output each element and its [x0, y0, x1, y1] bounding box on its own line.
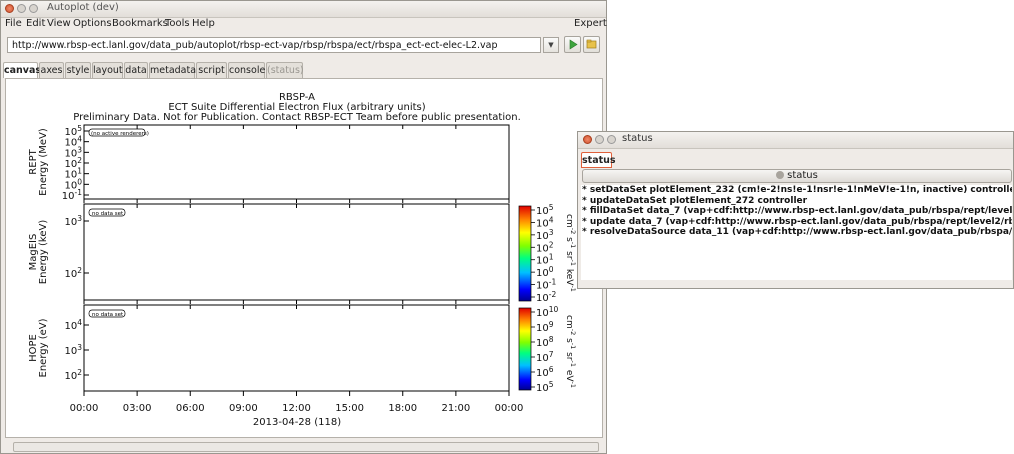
menu-help[interactable]: Help: [192, 18, 215, 29]
menu-tools[interactable]: Tools: [165, 18, 190, 29]
mageis-message-box: no data set: [88, 208, 126, 217]
status-title-bar[interactable]: status: [578, 132, 1013, 149]
log-line: * setDataSet plotElement_232 (cm!e-2!ns!…: [582, 185, 1012, 195]
hope-ylabel-2: Energy (eV): [38, 318, 49, 377]
window-title: Autoplot (dev): [47, 2, 119, 13]
rept-y-ticks: 10510410310210110010-1: [62, 124, 89, 202]
status-tab[interactable]: status: [581, 152, 616, 168]
status-button-label: status: [787, 170, 818, 181]
rept-message-box: (no active renderers): [88, 128, 149, 137]
x-tick-label: 21:00: [441, 403, 470, 414]
status-log[interactable]: * setDataSet plotElement_232 (cm!e-2!ns!…: [581, 185, 1012, 280]
mageis-y-ticks: 103 102: [64, 214, 89, 280]
mageis-panel[interactable]: [83, 203, 510, 301]
url-history-dropdown[interactable]: ▼: [543, 37, 559, 53]
folder-icon: [586, 39, 597, 49]
title-bar[interactable]: Autoplot (dev): [1, 1, 606, 18]
colorbar-tick-label: 105: [536, 380, 554, 394]
mageis-colorbar-label: cm-2 s-1 sr-1 keV-1: [564, 214, 577, 292]
colorbar-tick-label: 106: [536, 365, 554, 379]
x-tick-label: 09:00: [229, 403, 258, 414]
tab-canvas[interactable]: canvas: [3, 62, 41, 78]
y-tick-label: 102: [64, 368, 82, 382]
expert-menu[interactable]: Expert: [574, 18, 607, 29]
y-tick-label: 103: [64, 343, 82, 357]
autoplot-window: Autoplot (dev) File Edit View Options Bo…: [0, 0, 607, 454]
y-tick-label: 103: [64, 214, 82, 228]
menu-bookmarks[interactable]: Bookmarks: [112, 18, 168, 29]
bottom-scroll-bar[interactable]: [13, 442, 599, 452]
plot-title-line-3: Preliminary Data. Not for Publication. C…: [73, 112, 521, 123]
hope-y-ticks: 104 103 102: [64, 318, 89, 382]
x-tick-label: 06:00: [176, 403, 205, 414]
log-line: * fillDataSet data_7 (vap+cdf:http://www…: [582, 206, 1012, 216]
play-icon: [569, 39, 578, 50]
bookmark-button[interactable]: [583, 36, 600, 53]
y-tick-label: 10-1: [62, 188, 82, 202]
menu-view[interactable]: View: [47, 18, 71, 29]
mageis-colorbar[interactable]: [518, 205, 532, 302]
y-tick-label: 104: [64, 318, 82, 332]
x-tick-label: 15:00: [335, 403, 364, 414]
x-tick-label: 12:00: [282, 403, 311, 414]
x-tick-label: 18:00: [388, 403, 417, 414]
colorbar-tick-label: 108: [536, 335, 554, 349]
close-window-icon[interactable]: [5, 4, 14, 13]
rept-message: (no active renderers): [91, 131, 149, 137]
log-line: * resolveDataSource data_11 (vap+cdf:htt…: [582, 227, 1012, 237]
tab-style[interactable]: style: [65, 62, 91, 78]
maximize-window-icon[interactable]: [29, 4, 38, 13]
x-axis-label: 2013-04-28 (118): [253, 417, 341, 428]
log-line: * updateDataSet plotElement_272 controll…: [582, 195, 808, 206]
tab-status[interactable]: (status): [266, 62, 304, 78]
tab-script[interactable]: script: [196, 62, 227, 78]
tab-layout[interactable]: layout: [92, 62, 123, 78]
tab-console[interactable]: console: [228, 62, 265, 78]
hope-message: no data set: [92, 312, 124, 318]
mageis-colorbar-ticks: 10510410310210110010-110-2: [531, 203, 556, 304]
mageis-message: no data set: [92, 211, 124, 217]
status-window-title: status: [622, 133, 653, 144]
status-info-icon: [776, 171, 785, 179]
colorbar-tick-label: 109: [536, 320, 554, 334]
hope-colorbar[interactable]: [518, 307, 532, 391]
mageis-ylabel-2: Energy (keV): [38, 220, 49, 285]
plot-svg[interactable]: RBSP-A ECT Suite Differential Electron F…: [6, 79, 602, 437]
minimize-window-icon[interactable]: [17, 4, 26, 13]
go-button[interactable]: [564, 36, 581, 53]
status-close-icon[interactable]: [583, 135, 592, 144]
tab-data[interactable]: data: [124, 62, 148, 78]
status-button[interactable]: status: [582, 169, 1012, 183]
hope-panel[interactable]: [83, 304, 510, 392]
status-minimize-icon[interactable]: [595, 135, 604, 144]
status-maximize-icon[interactable]: [607, 135, 616, 144]
tab-metadata[interactable]: metadata: [149, 62, 196, 78]
colorbar-tick-label: 1010: [536, 305, 559, 319]
y-tick-label: 102: [64, 266, 82, 280]
hope-colorbar-ticks: 1010109108107106105: [531, 305, 559, 394]
x-tick-label: 00:00: [70, 403, 99, 414]
x-axis-ticks: 00:00 03:00 06:00 09:00 12:00 15:00 18:00 21:00…: [70, 125, 524, 414]
menu-file[interactable]: File: [5, 18, 22, 29]
colorbar-tick-label: 107: [536, 350, 554, 364]
menu-bar: File Edit View Options Bookmarks Tools H…: [1, 17, 607, 31]
url-input[interactable]: http://www.rbsp-ect.lanl.gov/data_pub/au…: [7, 37, 541, 53]
menu-options[interactable]: Options: [73, 18, 112, 29]
plot-canvas[interactable]: RBSP-A ECT Suite Differential Electron F…: [5, 78, 603, 438]
status-window: status status status * setDataSet plotEl…: [577, 131, 1014, 289]
tab-axes[interactable]: axes: [39, 62, 64, 78]
menu-edit[interactable]: Edit: [26, 18, 45, 29]
hope-message-box: no data set: [88, 309, 126, 318]
x-tick-label: 03:00: [123, 403, 152, 414]
colorbar-tick-label: 10-2: [536, 290, 556, 304]
rept-ylabel-2: Energy (MeV): [38, 128, 49, 196]
hope-colorbar-label: cm-2 s-1 sr-1 eV-1: [564, 315, 577, 388]
x-tick-label: 00:00: [495, 403, 524, 414]
log-line: * update data_7 (vap+cdf:http://www.rbsp…: [582, 216, 1012, 227]
